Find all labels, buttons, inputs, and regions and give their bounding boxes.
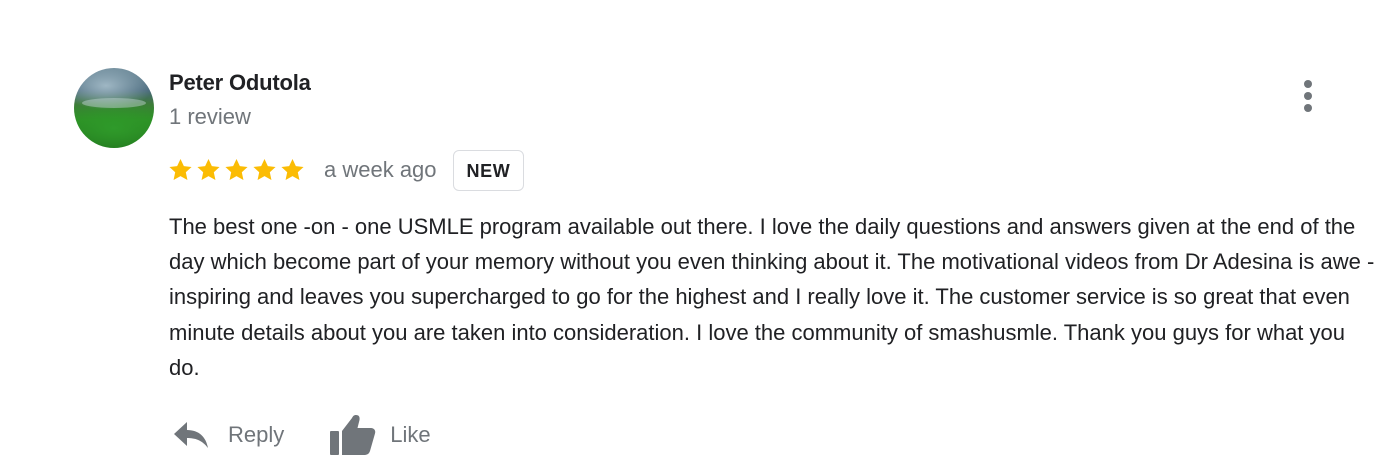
more-vert-icon [1304, 80, 1312, 88]
star-icon [223, 157, 250, 183]
reply-arrow-icon [172, 419, 210, 451]
review-actions: Reply Like [172, 410, 431, 460]
more-options-button[interactable] [1292, 76, 1324, 116]
star-icon [279, 157, 306, 183]
like-button[interactable]: Like [330, 414, 431, 456]
new-badge: NEW [452, 149, 525, 191]
avatar[interactable] [74, 68, 154, 148]
avatar-mist-decoration [82, 98, 146, 108]
thumbs-up-icon [330, 414, 376, 456]
more-vert-icon-dot [1304, 92, 1312, 100]
more-vert-icon-dot [1304, 104, 1312, 112]
star-icon [167, 157, 194, 183]
review-time: a week ago [324, 157, 437, 182]
reviewer-review-count: 1 review [169, 104, 251, 129]
reply-button[interactable]: Reply [172, 419, 284, 451]
star-icon [251, 157, 278, 183]
review-text: The best one -on - one USMLE program ava… [169, 214, 1375, 380]
star-icon [195, 157, 222, 183]
star-rating [167, 157, 306, 183]
reply-label: Reply [228, 422, 285, 447]
rating-row: a week ago NEW [167, 148, 525, 192]
reviewer-name[interactable]: Peter Odutola [169, 70, 311, 96]
like-label: Like [390, 422, 431, 447]
